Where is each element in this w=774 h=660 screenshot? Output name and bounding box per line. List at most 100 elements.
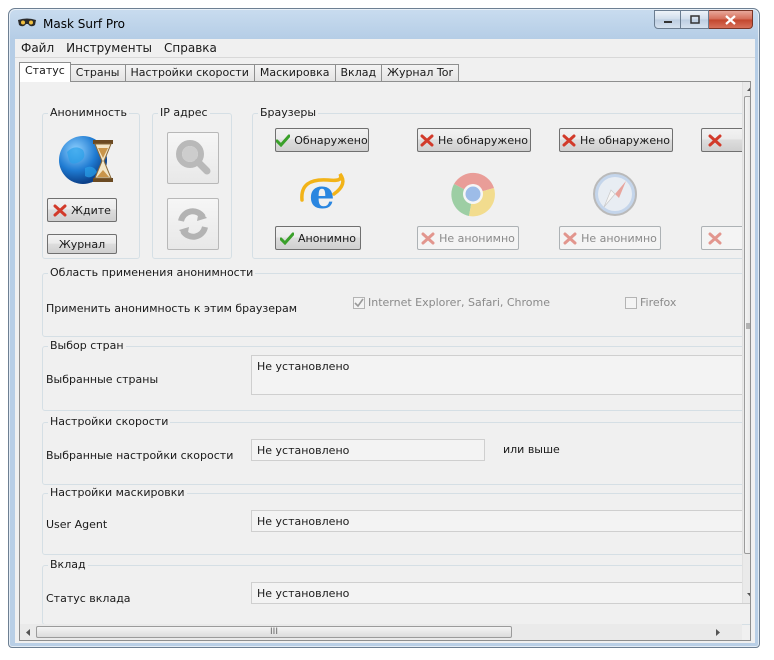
close-icon bbox=[725, 14, 736, 25]
safari-anon-button[interactable]: Не анонимно bbox=[559, 226, 661, 250]
tab-contribution[interactable]: Вклад bbox=[334, 64, 383, 82]
scroll-right-button[interactable] bbox=[711, 625, 725, 639]
red-x-icon bbox=[708, 134, 722, 146]
status-panel: Анонимность Ждите Журнал IP адрес Браузе… bbox=[19, 81, 751, 641]
scope-row-label: Применить анонимность к этим браузерам bbox=[46, 302, 298, 315]
log-button-label: Журнал bbox=[58, 237, 106, 251]
minimize-icon bbox=[663, 20, 672, 23]
mask-icon bbox=[18, 18, 36, 27]
arrow-right-icon bbox=[716, 628, 720, 636]
horizontal-scroll-thumb[interactable]: III bbox=[36, 626, 512, 638]
user-agent-label: User Agent bbox=[46, 518, 108, 531]
safari-icon bbox=[593, 172, 637, 216]
menu-bar: Файл Инструменты Справка bbox=[15, 39, 755, 58]
scope-label: Область применения анонимности bbox=[48, 266, 256, 279]
menu-help[interactable]: Справка bbox=[158, 39, 223, 58]
vertical-scroll-thumb[interactable] bbox=[744, 96, 750, 554]
internet-explorer-icon: e bbox=[300, 171, 345, 218]
countries-row-label: Выбранные страны bbox=[46, 373, 159, 386]
arrow-down-icon bbox=[746, 593, 750, 597]
vertical-scrollbar[interactable] bbox=[742, 82, 750, 603]
red-x-icon bbox=[708, 232, 722, 244]
speed-group: Настройки скорости Выбранные настройки с… bbox=[42, 415, 750, 485]
masking-label: Настройки маскировки bbox=[48, 486, 187, 499]
browsers-group: Браузеры Обнаружено e Анонимно Не обнару… bbox=[252, 106, 750, 259]
anonymity-label: Анонимность bbox=[48, 106, 129, 119]
red-x-icon bbox=[420, 134, 434, 146]
minimize-button[interactable] bbox=[654, 10, 681, 29]
tab-status[interactable]: Статус bbox=[19, 62, 71, 82]
checkbox-box bbox=[353, 296, 365, 309]
chrome-icon bbox=[451, 172, 495, 217]
checkbox-box bbox=[625, 296, 637, 309]
firefox-checkbox[interactable]: Firefox bbox=[625, 296, 676, 309]
chrome-anon-label: Не анонимно bbox=[439, 231, 515, 245]
menu-tools[interactable]: Инструменты bbox=[60, 39, 158, 58]
ie-anon-label: Анонимно bbox=[297, 231, 356, 245]
chrome-anon-button[interactable]: Не анонимно bbox=[417, 226, 519, 250]
contribution-value: Не установлено bbox=[257, 587, 350, 600]
tab-speed-settings[interactable]: Настройки скорости bbox=[124, 64, 255, 82]
close-button[interactable] bbox=[709, 10, 753, 29]
ip-lookup-button[interactable] bbox=[167, 132, 219, 184]
speed-row-label: Выбранные настройки скорости bbox=[46, 449, 234, 462]
arrow-up-icon bbox=[746, 87, 750, 91]
chrome-detect-label: Не обнаружено bbox=[437, 133, 529, 147]
scroll-up-button[interactable] bbox=[743, 82, 750, 96]
countries-field: Не установлено bbox=[251, 355, 750, 395]
chrome-detect-button[interactable]: Не обнаружено bbox=[417, 128, 531, 152]
wait-button-label: Ждите bbox=[71, 203, 111, 217]
countries-group: Выбор стран Выбранные страны Не установл… bbox=[42, 339, 750, 411]
magnifier-icon bbox=[176, 140, 211, 175]
svg-text:e: e bbox=[309, 171, 334, 218]
speed-field: Не установлено bbox=[251, 439, 485, 461]
countries-value: Не установлено bbox=[257, 360, 350, 373]
tab-tor-log[interactable]: Журнал Tor bbox=[381, 64, 459, 82]
red-x-icon bbox=[562, 134, 576, 146]
scope-group: Область применения анонимности Применить… bbox=[42, 266, 750, 337]
ip-address-group: IP адрес bbox=[152, 106, 232, 259]
contribution-row-label: Статус вклада bbox=[46, 592, 131, 605]
scroll-left-button[interactable] bbox=[21, 625, 35, 639]
speed-value: Не установлено bbox=[257, 444, 350, 457]
grip-label: III bbox=[270, 627, 278, 637]
green-check-icon bbox=[276, 134, 291, 147]
client-area: Статус Страны Настройки скорости Маскиро… bbox=[15, 58, 755, 643]
log-button[interactable]: Журнал bbox=[47, 234, 117, 254]
app-window: Mask Surf Pro Файл Инструменты Справка С… bbox=[8, 8, 760, 648]
countries-label: Выбор стран bbox=[48, 339, 126, 352]
ip-refresh-button[interactable] bbox=[167, 198, 219, 250]
ie-anon-button[interactable]: Анонимно bbox=[275, 226, 361, 250]
safari-anon-label: Не анонимно bbox=[581, 231, 657, 245]
ip-address-label: IP адрес bbox=[158, 106, 210, 119]
contribution-label: Вклад bbox=[48, 558, 88, 571]
window-title: Mask Surf Pro bbox=[43, 17, 125, 31]
safari-detect-button[interactable]: Не обнаружено bbox=[559, 128, 673, 152]
horizontal-scrollbar[interactable]: III bbox=[20, 624, 742, 640]
speed-suffix: или выше bbox=[503, 443, 560, 456]
grip-icon bbox=[746, 323, 750, 329]
contribution-group: Вклад Статус вклада Не установлено bbox=[42, 558, 750, 625]
wait-button[interactable]: Ждите bbox=[47, 198, 117, 222]
red-x-icon bbox=[53, 204, 67, 216]
tab-masking[interactable]: Маскировка bbox=[253, 64, 336, 82]
masking-group: Настройки маскировки User Agent Не устан… bbox=[42, 486, 750, 555]
maximize-button[interactable] bbox=[681, 10, 709, 29]
tab-countries[interactable]: Страны bbox=[69, 64, 126, 82]
green-check-icon bbox=[279, 232, 294, 245]
title-bar[interactable]: Mask Surf Pro bbox=[9, 9, 759, 39]
browsers-label: Браузеры bbox=[258, 106, 319, 119]
scroll-down-button[interactable] bbox=[743, 588, 750, 602]
arrow-left-icon bbox=[26, 628, 30, 636]
user-agent-value: Не установлено bbox=[257, 515, 350, 528]
firefox-label: Firefox bbox=[640, 296, 677, 309]
ie-safari-chrome-checkbox[interactable]: Internet Explorer, Safari, Chrome bbox=[353, 296, 550, 309]
check-icon bbox=[354, 298, 364, 307]
speed-label: Настройки скорости bbox=[48, 415, 171, 428]
ie-safari-chrome-label: Internet Explorer, Safari, Chrome bbox=[368, 296, 551, 309]
ie-detect-button[interactable]: Обнаружено bbox=[275, 128, 369, 152]
menu-file[interactable]: Файл bbox=[15, 39, 60, 58]
contribution-field: Не установлено bbox=[251, 582, 750, 604]
globe-hourglass-icon bbox=[59, 136, 113, 184]
safari-detect-label: Не обнаружено bbox=[579, 133, 671, 147]
